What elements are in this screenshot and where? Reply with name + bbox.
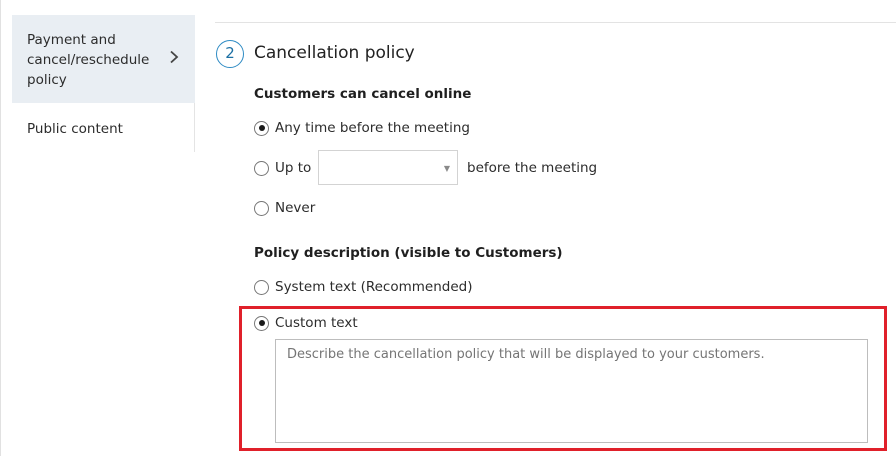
- radio-button[interactable]: [254, 160, 269, 176]
- chevron-right-icon: [170, 50, 179, 64]
- radio-system-text[interactable]: System text (Recommended): [254, 277, 472, 297]
- radio-never[interactable]: Never: [254, 198, 315, 218]
- cancel-online-heading: Customers can cancel online: [254, 86, 472, 102]
- section-divider: [215, 22, 896, 23]
- radio-label: Any time before the meeting: [275, 120, 470, 136]
- highlight-annotation-box: [239, 306, 887, 451]
- settings-sidebar: Payment and cancel/reschedule policy Pub…: [12, 15, 195, 152]
- radio-label: System text (Recommended): [275, 279, 473, 295]
- section-title: Cancellation policy: [254, 43, 415, 63]
- sidebar-item-payment-policy[interactable]: Payment and cancel/reschedule policy: [12, 15, 195, 103]
- radio-button[interactable]: [254, 120, 269, 136]
- radio-label: Never: [275, 200, 316, 216]
- step-number-badge: 2: [216, 40, 244, 68]
- radio-button[interactable]: [254, 200, 269, 216]
- sidebar-item-label: Payment and cancel/reschedule policy: [27, 32, 150, 88]
- radio-label: Up to: [275, 160, 312, 176]
- radio-up-to[interactable]: Up to: [254, 158, 311, 178]
- sidebar-item-label: Public content: [27, 121, 123, 137]
- caret-down-icon: ▼: [443, 164, 450, 173]
- policy-description-heading: Policy description (visible to Customers…: [254, 245, 563, 261]
- radio-any-time[interactable]: Any time before the meeting: [254, 118, 470, 138]
- up-to-duration-select[interactable]: ▼: [318, 150, 458, 185]
- before-meeting-label: before the meeting: [467, 160, 598, 176]
- page-left-border: [0, 0, 1, 456]
- sidebar-item-public-content[interactable]: Public content: [12, 117, 195, 147]
- radio-button[interactable]: [254, 279, 269, 295]
